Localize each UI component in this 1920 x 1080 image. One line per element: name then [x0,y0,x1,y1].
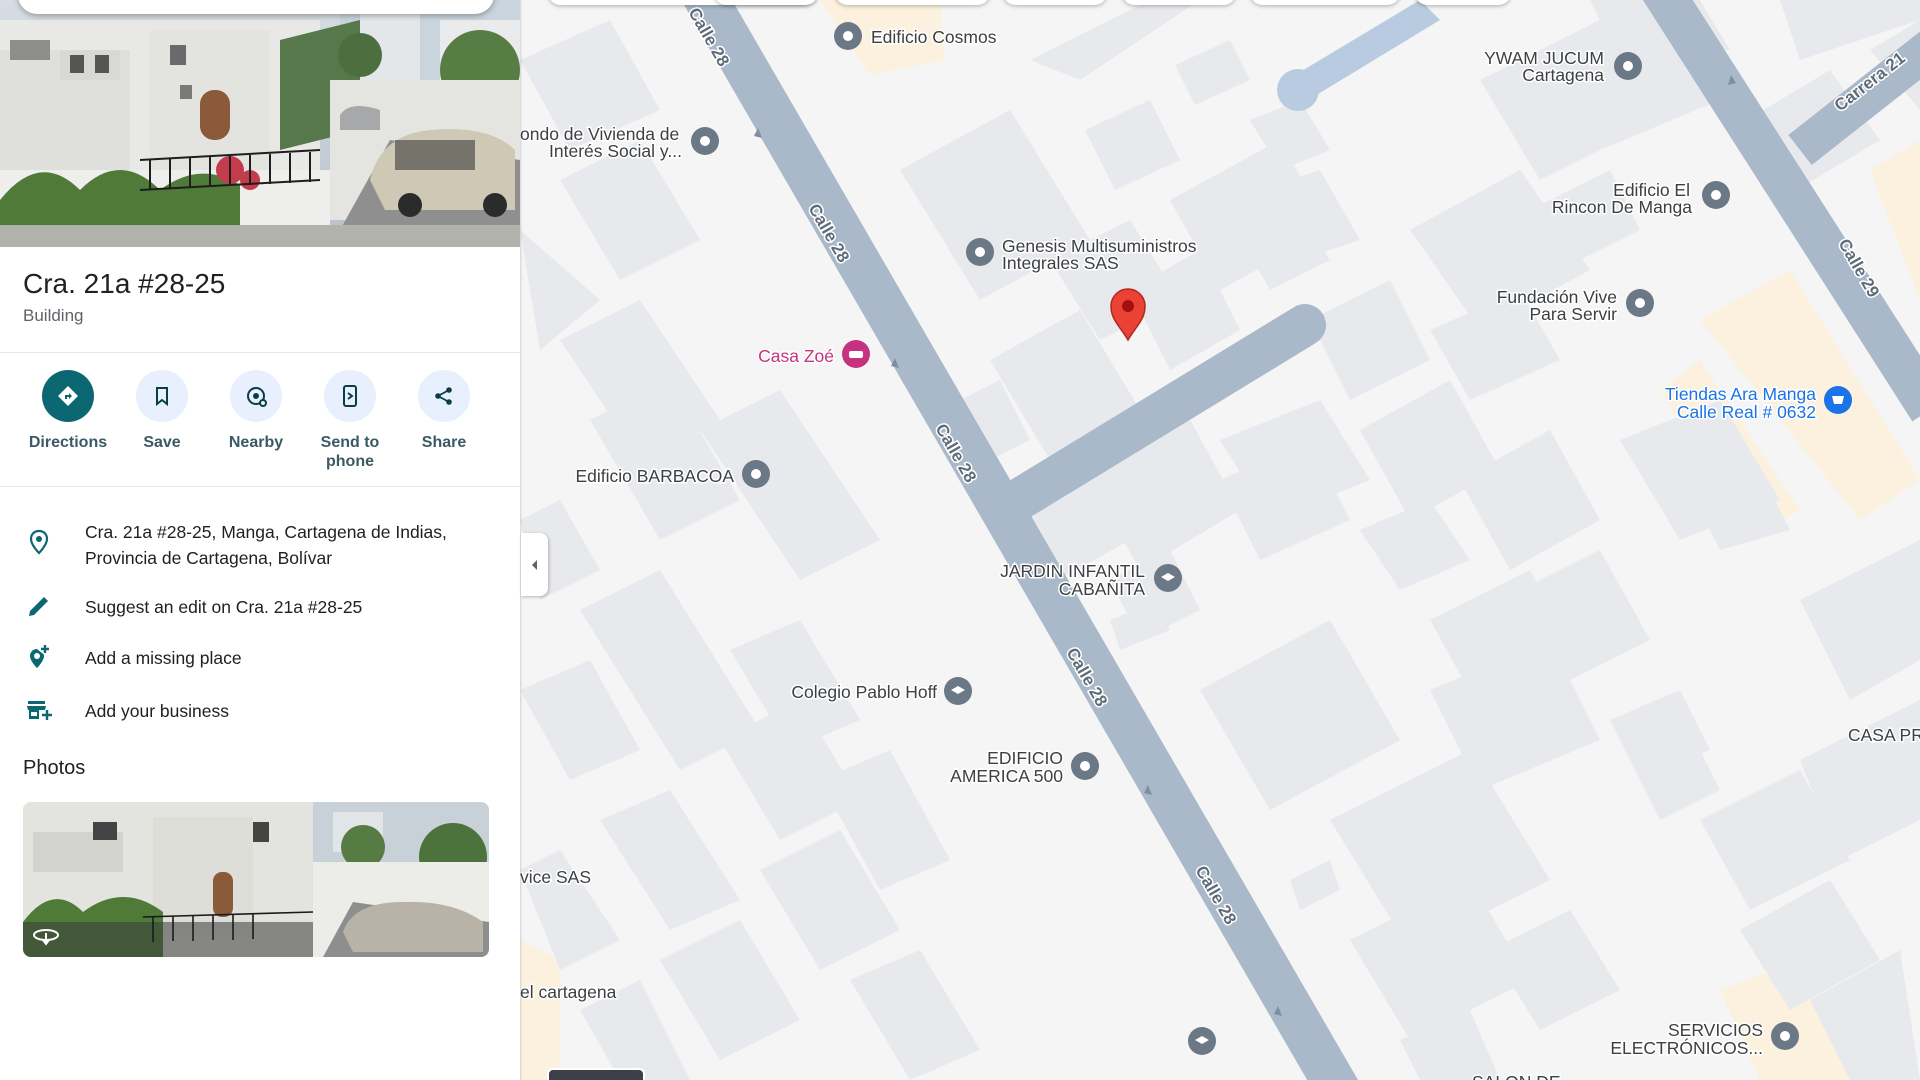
add-business-text: Add your business [85,701,229,721]
address-row[interactable]: Cra. 21a #28-25, Manga, Cartagena de Ind… [0,518,520,574]
share-icon [435,387,452,405]
add-missing-place-row[interactable]: Add a missing place [0,643,520,675]
place-label[interactable]: Edificio BARBACOA [574,465,736,488]
action-label: Save [143,434,181,451]
place-label[interactable]: Tiendas Ara Manga Calle Real # 0632 [1663,383,1817,424]
action-buttons: Directions Save Nearby Send to phone Sha… [0,368,520,478]
share-button[interactable]: Share [396,368,492,452]
filter-chip[interactable] [1250,0,1400,5]
photos-heading: Photos [23,757,86,779]
add-location-icon [30,645,49,668]
maps-window: Calle 28 Calle 28 Calle 28 Calle 28 Call… [0,0,1920,1080]
place-label[interactable]: CASA PR [1847,724,1920,747]
action-label: Directions [28,434,108,451]
directions-icon [58,386,78,406]
place-title: Cra. 21a #28-25 [23,268,226,299]
filter-chip[interactable] [1003,0,1107,5]
directions-button[interactable]: Directions [20,368,116,452]
place-hero-photo[interactable] [0,0,520,247]
filter-chip[interactable] [714,0,818,5]
street-view-360-icon [33,929,59,946]
add-business-row[interactable]: Add your business [0,694,520,726]
phone-icon [343,385,357,407]
address-text: Cra. 21a #28-25, Manga, Cartagena de Ind… [85,522,447,568]
layers-thumbnail[interactable] [547,1068,645,1080]
nearby-icon [247,387,267,407]
action-label: Share [421,434,467,451]
filter-chip[interactable] [835,0,990,5]
place-label[interactable]: vice SAS [519,866,593,889]
chevron-left-icon [531,559,537,570]
place-label[interactable]: el cartagena [519,981,619,1004]
bookmark-icon [156,387,168,407]
filter-chip[interactable] [1122,0,1236,5]
filter-chip[interactable] [1415,0,1511,5]
add-missing-place-text: Add a missing place [85,648,242,668]
suggest-edit-text: Suggest an edit on Cra. 21a #28-25 [85,597,363,617]
place-label[interactable]: SALON DE [1471,1071,1563,1080]
add-business-icon [27,701,52,720]
suggest-edit-row[interactable]: Suggest an edit on Cra. 21a #28-25 [0,592,520,624]
place-side-panel: Cra. 21a #28-25 Building Directions Save… [0,0,520,1080]
pencil-icon [29,597,48,616]
place-label[interactable]: Colegio Pablo Hoff [790,681,939,704]
search-box-edge[interactable] [18,0,494,14]
place-label[interactable]: Casa Zoé [757,345,836,368]
photo-thumbnail[interactable] [23,802,489,957]
send-to-phone-button[interactable]: Send to phone [302,368,398,471]
nearby-button[interactable]: Nearby [208,368,304,452]
action-label: Send to phone [320,434,380,470]
collapse-panel-button[interactable] [521,533,548,596]
save-button[interactable]: Save [114,368,210,452]
divider [0,352,520,353]
divider [0,486,520,487]
place-category: Building [23,306,84,325]
action-label: Nearby [228,434,284,451]
place-label[interactable]: Edificio Cosmos [870,26,999,49]
location-pin-icon [29,529,49,555]
